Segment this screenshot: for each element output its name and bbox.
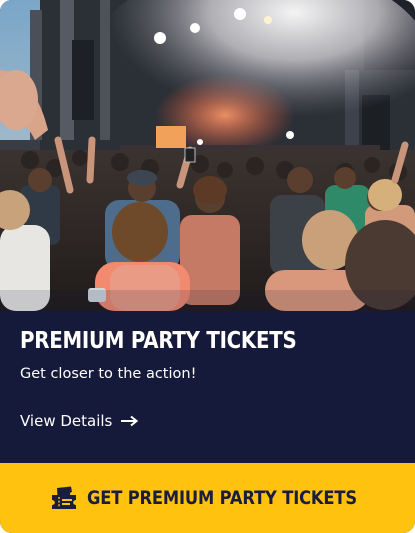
info-panel: PREMIUM PARTY TICKETS Get closer to the …: [0, 311, 415, 463]
arrow-right-icon: [120, 415, 139, 427]
get-premium-tickets-button[interactable]: GET PREMIUM PARTY TICKETS: [0, 463, 415, 533]
concert-crowd-image: [0, 0, 415, 311]
ticket-promo-card: PREMIUM PARTY TICKETS Get closer to the …: [0, 0, 415, 533]
view-details-link[interactable]: View Details: [20, 412, 139, 430]
tickets-icon: [51, 486, 77, 510]
cta-label: GET PREMIUM PARTY TICKETS: [86, 487, 357, 509]
card-subtitle: Get closer to the action!: [20, 366, 197, 382]
card-title: PREMIUM PARTY TICKETS: [20, 328, 297, 354]
view-details-label: View Details: [20, 412, 113, 430]
